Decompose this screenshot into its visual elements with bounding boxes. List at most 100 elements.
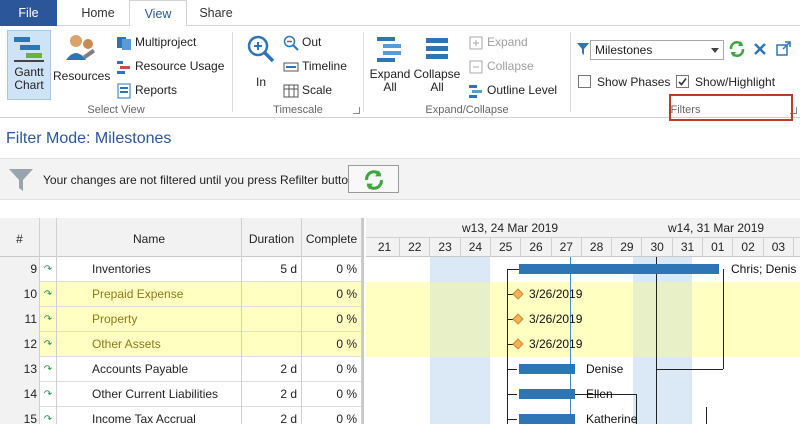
task-link-icon: ↷ [40, 282, 57, 307]
table-row[interactable]: 13 ↷ Accounts Payable 2 d0 % [0, 357, 362, 382]
task-bar[interactable] [519, 414, 575, 424]
gantt-body: Chris; Denis 3/26/2019 3/26/2019 3/26/20… [366, 257, 800, 424]
task-name[interactable]: Accounts Payable [57, 357, 242, 382]
table-row[interactable]: 12 ↷ Other Assets 0 % [0, 332, 362, 357]
filter-icon [577, 43, 589, 55]
multiproject-button[interactable]: Multiproject [116, 32, 196, 52]
collapse-label: Collapse [487, 59, 534, 73]
task-duration[interactable]: 2 d [242, 382, 302, 407]
header-complete[interactable]: Complete [302, 218, 362, 257]
dependency-line [706, 407, 707, 424]
funnel-icon [9, 169, 33, 191]
scale-label: Scale [302, 83, 333, 97]
task-name[interactable]: Other Assets [57, 332, 242, 357]
resources-label: Resources [53, 69, 111, 83]
multiproject-label: Multiproject [135, 35, 197, 49]
task-name[interactable]: Inventories [57, 257, 242, 282]
task-complete[interactable]: 0 % [302, 357, 362, 382]
day-label: 02 [734, 238, 764, 257]
gantt-chart-button[interactable]: Gantt Chart [7, 30, 51, 100]
scale-button[interactable]: Scale [283, 80, 332, 100]
task-duration[interactable] [242, 307, 302, 332]
resource-usage-icon [117, 60, 130, 74]
table-row[interactable]: 9 ↷ Inventories 5 d0 % [0, 257, 362, 282]
timescale-launcher-icon[interactable] [353, 107, 360, 114]
row-number: 12 [0, 332, 40, 357]
day-label: 31 [673, 238, 703, 257]
table-row[interactable]: 10 ↷ Prepaid Expense 0 % [0, 282, 362, 307]
row-number: 10 [0, 282, 40, 307]
gantt-highlight-weekend [633, 282, 692, 357]
tab-file[interactable]: File [0, 0, 57, 26]
task-bar[interactable] [519, 264, 719, 274]
zoom-in-button[interactable]: In [241, 30, 281, 89]
timeline-label: Timeline [302, 59, 347, 73]
task-bar[interactable] [519, 389, 575, 399]
row-number: 14 [0, 382, 40, 407]
day-label: 24 [461, 238, 491, 257]
task-bar-label: Katherine [586, 412, 638, 424]
day-label: 27 [552, 238, 582, 257]
tab-home[interactable]: Home [67, 0, 129, 26]
tab-view[interactable]: View [129, 0, 187, 27]
table-row[interactable]: 14 ↷ Other Current Liabilities 2 d0 % [0, 382, 362, 407]
task-duration[interactable] [242, 332, 302, 357]
task-name[interactable]: Income Tax Accrual [57, 407, 242, 424]
task-duration[interactable] [242, 282, 302, 307]
day-label: 23 [431, 238, 461, 257]
header-name[interactable]: Name [57, 218, 242, 257]
task-name[interactable]: Other Current Liabilities [57, 382, 242, 407]
tab-share[interactable]: Share [187, 0, 245, 26]
expand-all-button[interactable]: Expand All [368, 30, 412, 94]
task-complete[interactable]: 0 % [302, 307, 362, 332]
clear-filter-icon[interactable] [753, 42, 767, 56]
zoom-out-icon [283, 35, 299, 51]
header-duration[interactable]: Duration [242, 218, 302, 257]
timeline-button[interactable]: Timeline [283, 56, 347, 76]
task-bar[interactable] [519, 364, 575, 374]
gantt-highlight-weekend [430, 282, 490, 357]
task-complete[interactable]: 0 % [302, 332, 362, 357]
task-duration[interactable]: 5 d [242, 257, 302, 282]
resource-usage-button[interactable]: Resource Usage [116, 56, 224, 76]
export-icon[interactable] [776, 40, 792, 56]
row-number: 15 [0, 407, 40, 424]
task-link-icon: ↷ [40, 357, 57, 382]
collapse-all-button[interactable]: Collapse All [412, 30, 462, 94]
gantt-label-2: Chart [14, 78, 44, 92]
row-number: 9 [0, 257, 40, 282]
day-label: 28 [582, 238, 613, 257]
filter-select[interactable]: Milestones [590, 40, 724, 60]
task-name[interactable]: Prepaid Expense [57, 282, 242, 307]
outline-level-button[interactable]: Outline Level [468, 80, 557, 100]
expand-button[interactable]: Expand [468, 32, 528, 52]
task-complete[interactable]: 0 % [302, 257, 362, 282]
expand-collapse-label: Expand/Collapse [425, 104, 509, 116]
task-complete[interactable]: 0 % [302, 382, 362, 407]
refilter-button[interactable] [348, 165, 399, 193]
task-link-icon: ↷ [40, 382, 57, 407]
header-num[interactable]: # [0, 218, 40, 257]
refilter-icon [365, 170, 383, 190]
show-highlight-checkbox[interactable] [676, 75, 689, 88]
ribbon: Gantt Chart Resources Multiproject Resou… [0, 26, 800, 121]
task-complete[interactable]: 0 % [302, 407, 362, 424]
week-label: w14, 31 Mar 2019 [668, 221, 765, 235]
reports-button[interactable]: Reports [116, 80, 177, 100]
task-duration[interactable]: 2 d [242, 407, 302, 424]
show-highlight-label: Show/Highlight [695, 75, 776, 89]
day-label: 04 [794, 238, 800, 257]
task-duration[interactable]: 2 d [242, 357, 302, 382]
task-complete[interactable]: 0 % [302, 282, 362, 307]
collapse-button[interactable]: Collapse [468, 56, 534, 76]
resources-button[interactable]: Resources [53, 30, 111, 83]
show-phases-checkbox[interactable] [578, 75, 591, 88]
table-row[interactable]: 15 ↷ Income Tax Accrual 2 d0 % [0, 407, 362, 424]
zoom-out-button[interactable]: Out [283, 32, 321, 52]
task-name[interactable]: Property [57, 307, 242, 332]
table-row[interactable]: 11 ↷ Property 0 % [0, 307, 362, 332]
row-number: 13 [0, 357, 40, 382]
refresh-icon[interactable] [728, 40, 746, 58]
ribbon-tabs: File Home View Share [0, 0, 800, 27]
expand-label: Expand [487, 35, 528, 49]
